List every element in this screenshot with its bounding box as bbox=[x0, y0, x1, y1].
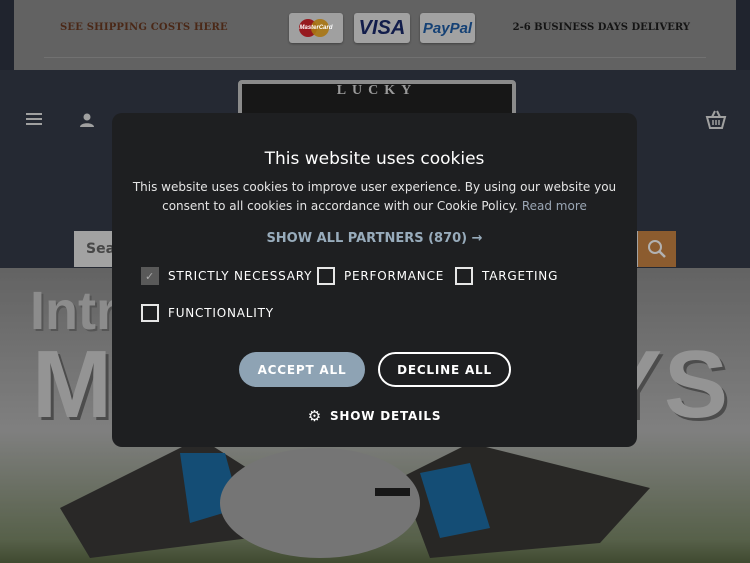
accept-all-button[interactable]: ACCEPT ALL bbox=[239, 352, 365, 387]
checkbox-box bbox=[455, 267, 473, 285]
decline-all-button[interactable]: DECLINE ALL bbox=[378, 352, 511, 387]
checkbox-box bbox=[317, 267, 335, 285]
mastercard-text: MasterCard bbox=[299, 25, 333, 31]
gear-icon: ⚙ bbox=[307, 407, 322, 425]
checkbox-box bbox=[141, 304, 159, 322]
checkbox-label: STRICTLY NECESSARY bbox=[168, 269, 313, 283]
checkbox-strictly-necessary[interactable]: ✓ STRICTLY NECESSARY bbox=[141, 267, 312, 285]
show-details-button[interactable]: ⚙ SHOW DETAILS bbox=[112, 407, 637, 425]
show-all-partners-link[interactable]: SHOW ALL PARTNERS (870) → bbox=[112, 231, 637, 246]
checkbox-functionality[interactable]: FUNCTIONALITY bbox=[141, 304, 274, 322]
cookie-title: This website uses cookies bbox=[264, 149, 485, 169]
checkbox-label: PERFORMANCE bbox=[344, 269, 445, 283]
checkbox-label: FUNCTIONALITY bbox=[168, 306, 274, 320]
show-details-label: SHOW DETAILS bbox=[329, 409, 442, 423]
cookie-consent-dialog: This website uses cookies This website u… bbox=[112, 113, 637, 447]
read-more-link[interactable]: Read more bbox=[522, 199, 587, 213]
checkmark-icon: ✓ bbox=[141, 267, 159, 285]
cookie-description: This website uses cookies to improve use… bbox=[128, 178, 621, 216]
checkbox-performance[interactable]: PERFORMANCE bbox=[317, 267, 444, 285]
checkbox-label: TARGETING bbox=[482, 269, 559, 283]
checkbox-targeting[interactable]: TARGETING bbox=[455, 267, 558, 285]
